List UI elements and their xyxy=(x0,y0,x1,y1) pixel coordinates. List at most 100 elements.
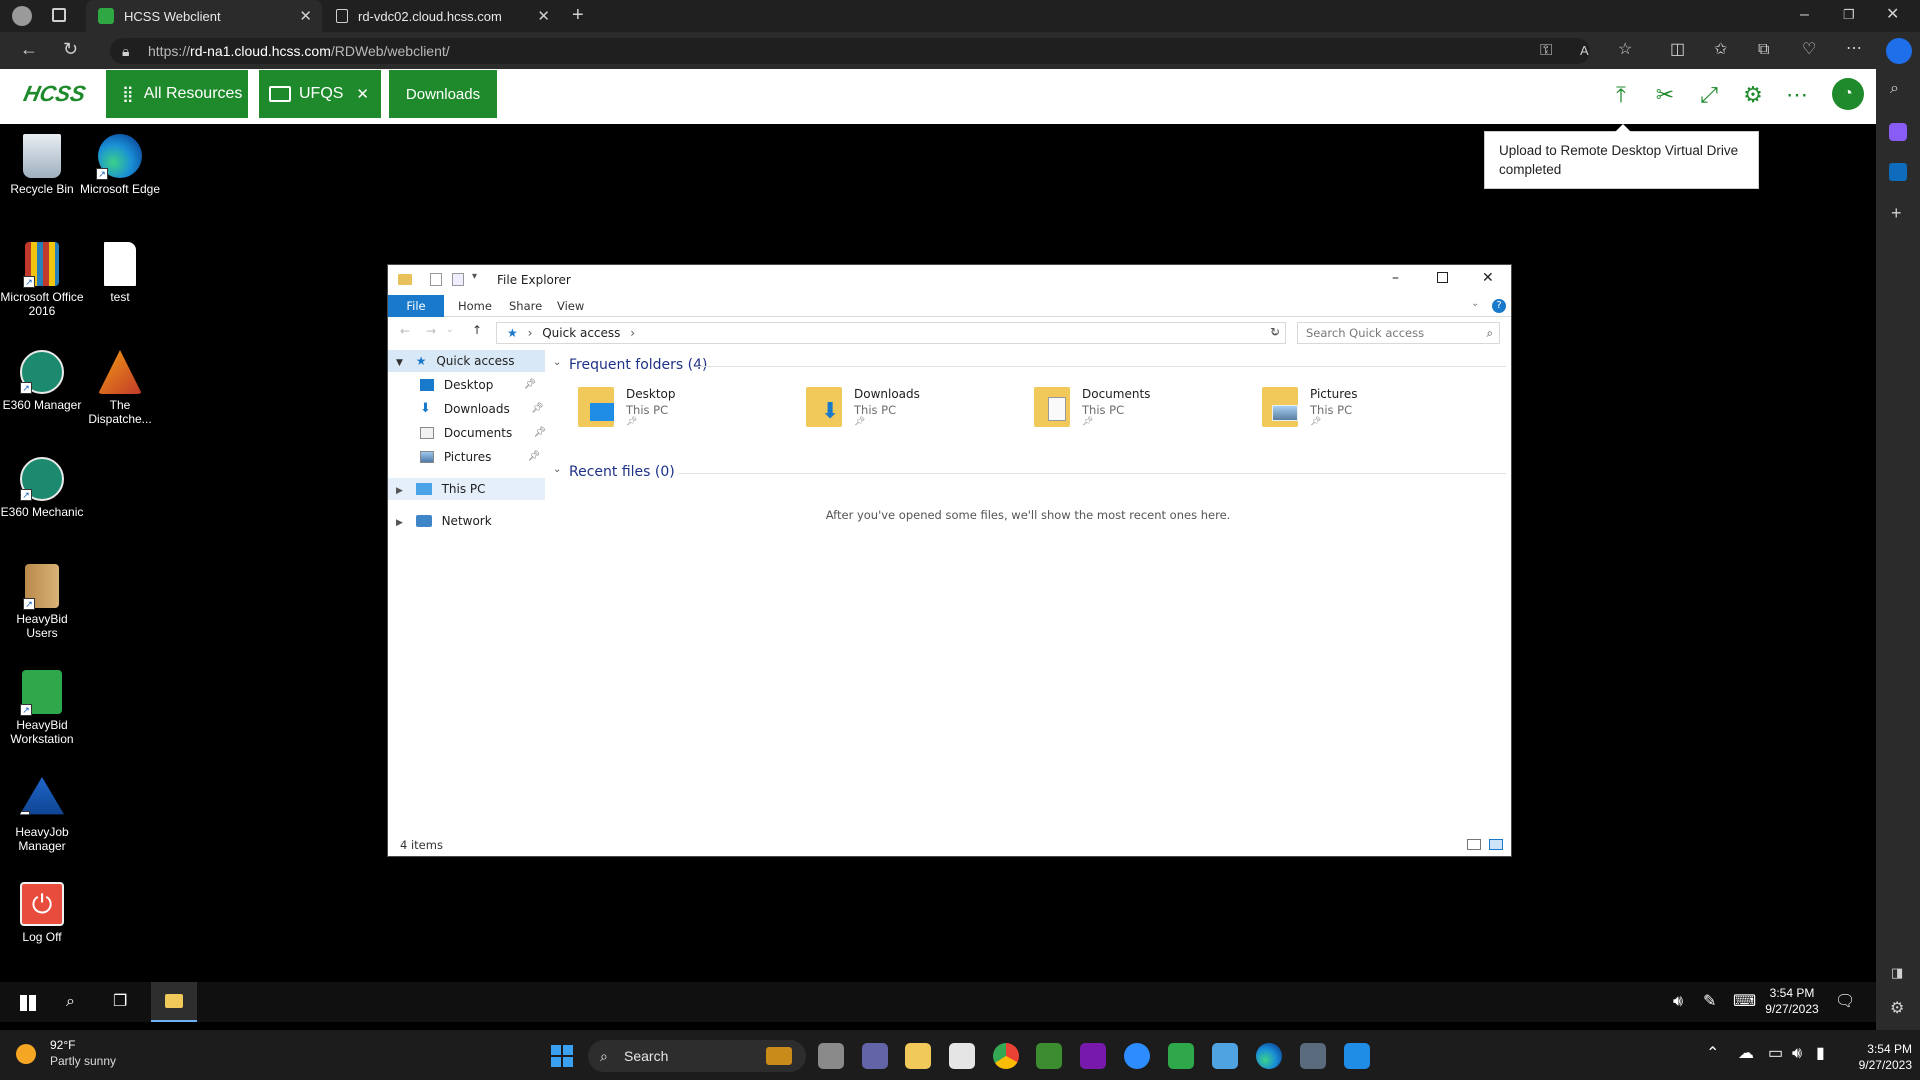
tree-item-documents[interactable]: Documents 📌︎ xyxy=(420,422,546,444)
microsoft-store-icon[interactable] xyxy=(949,1043,975,1069)
sidebar-add-icon[interactable]: + xyxy=(1891,204,1902,222)
explorer-search-input[interactable]: Search Quick access ⌕ xyxy=(1297,322,1500,344)
tab-hcss-webclient[interactable]: HCSS Webclient ✕ xyxy=(86,0,322,32)
explorer-close-icon[interactable]: ✕ xyxy=(1482,270,1494,286)
upload-icon[interactable]: ⤒ xyxy=(1606,80,1636,110)
more-options-icon[interactable]: ⋯ xyxy=(1846,41,1862,57)
task-view-icon[interactable]: ❐ xyxy=(113,994,127,1010)
sidebar-settings-icon[interactable]: ⚙ xyxy=(1890,1001,1904,1017)
settings-gear-icon[interactable]: ⚙ xyxy=(1738,80,1768,110)
show-hidden-icons-icon[interactable]: ⌃ xyxy=(1706,1046,1719,1062)
ribbon-tab-view[interactable]: View xyxy=(543,295,598,317)
desktop-icon-heavybid-users[interactable]: ↗ HeavyBid Users xyxy=(0,564,84,640)
local-clock[interactable]: 3:54 PM 9/27/2023 xyxy=(1840,1041,1912,1073)
url-field[interactable]: 🔒︎ https://rd-na1.cloud.hcss.com/RDWeb/w… xyxy=(110,38,1590,64)
pin-icon[interactable]: 📌︎ xyxy=(528,446,541,468)
tree-expand-icon[interactable]: ▶ xyxy=(396,518,403,528)
read-aloud-icon[interactable]: A xyxy=(1580,43,1589,59)
breadcrumb-quick-access[interactable]: Quick access xyxy=(542,326,620,340)
close-window-icon[interactable]: ✕ xyxy=(1886,7,1899,23)
desktop-icon-e360-mechanic[interactable]: ↗ E360 Mechanic xyxy=(0,457,84,519)
sidebar-hide-icon[interactable]: ◨ xyxy=(1891,965,1903,981)
desktop-icon-recycle-bin[interactable]: Recycle Bin xyxy=(0,134,84,196)
desktop-icon-heavybid-workstation[interactable]: ↗ HeavyBid Workstation xyxy=(0,670,84,746)
qat-dropdown-icon[interactable]: ▾ xyxy=(472,271,477,282)
tree-item-this-pc[interactable]: ▶ This PC xyxy=(388,478,545,500)
desktop-icon-office-2016[interactable]: ↗ Microsoft Office 2016 xyxy=(0,242,84,318)
windows-start-icon[interactable] xyxy=(551,1045,573,1067)
sidebar-outlook-icon[interactable] xyxy=(1889,163,1907,181)
battery-tray-icon[interactable]: ▮ xyxy=(1816,1046,1825,1062)
frequent-folder-documents[interactable]: Documents This PC 📌︎ xyxy=(1034,387,1234,433)
recent-files-header[interactable]: Recent files (0) xyxy=(569,464,675,480)
explorer-minimize-icon[interactable]: – xyxy=(1392,270,1399,286)
fullscreen-icon[interactable]: ⤢ xyxy=(1694,80,1724,110)
desktop-icon-heavyjob-manager[interactable]: ↗ HeavyJob Manager xyxy=(0,777,84,853)
ribbon-expand-icon[interactable]: ⌄ xyxy=(1471,298,1479,309)
frequent-folders-header[interactable]: Frequent folders (4) xyxy=(569,357,708,373)
collections-icon[interactable]: ⧉ xyxy=(1758,42,1769,58)
explorer-address-field[interactable]: ★ › Quick access › ⌄ xyxy=(496,322,1286,344)
zoom-icon[interactable] xyxy=(1124,1043,1150,1069)
large-icons-view-icon[interactable] xyxy=(1489,839,1503,850)
pin-icon[interactable]: 📌︎ xyxy=(531,398,544,420)
calculator-icon[interactable] xyxy=(1300,1043,1326,1069)
tree-item-quick-access[interactable]: ▼ ★ Quick access xyxy=(388,350,545,372)
favorite-star-icon[interactable]: ☆ xyxy=(1618,42,1632,58)
sidebar-search-icon[interactable]: ⌕ xyxy=(1890,81,1899,97)
task-view-local-icon[interactable] xyxy=(818,1043,844,1069)
tree-item-pictures[interactable]: Pictures 📌︎ xyxy=(420,446,540,468)
chrome-icon[interactable] xyxy=(993,1043,1019,1069)
new-tab-icon[interactable]: + xyxy=(572,5,584,25)
remote-notifications-icon[interactable]: 🗨︎ xyxy=(1835,994,1855,1010)
frequent-collapse-icon[interactable]: ⌄ xyxy=(553,357,561,368)
breadcrumb-chevron-icon[interactable]: › xyxy=(630,326,635,340)
explorer-title-bar[interactable]: ▾ File Explorer – ✕ xyxy=(388,265,1511,295)
qat-newfolder-icon[interactable] xyxy=(452,273,464,286)
notepad-icon[interactable] xyxy=(1212,1043,1238,1069)
remote-clock[interactable]: 3:54 PM 9/27/2023 xyxy=(1760,985,1824,1017)
browser-health-icon[interactable]: ♡ xyxy=(1802,42,1816,58)
remote-desktop-icon[interactable] xyxy=(1344,1043,1370,1069)
desktop-icon-e360-manager[interactable]: ↗ E360 Manager xyxy=(0,350,84,412)
remote-keyboard-icon[interactable]: ⌨ xyxy=(1733,994,1756,1010)
desktop-icon-test[interactable]: test xyxy=(78,242,162,304)
tree-item-desktop[interactable]: Desktop 📌︎ xyxy=(420,374,536,396)
address-refresh-icon[interactable]: ↻ xyxy=(1270,325,1280,339)
close-tab-icon[interactable]: ✕ xyxy=(537,7,550,25)
taskbar-search-box[interactable]: ⌕ Search xyxy=(588,1040,806,1072)
profile-avatar[interactable] xyxy=(12,6,32,26)
desktop-icon-microsoft-edge[interactable]: ↗ Microsoft Edge xyxy=(78,134,162,196)
tree-item-network[interactable]: ▶ Network xyxy=(388,510,492,532)
more-icon[interactable]: ⋯ xyxy=(1782,80,1812,110)
onenote-icon[interactable] xyxy=(1080,1043,1106,1069)
key-icon[interactable]: ⚿ xyxy=(1540,43,1552,59)
remote-file-explorer-task[interactable] xyxy=(151,982,197,1022)
tree-expand-icon[interactable]: ▶ xyxy=(396,486,403,496)
weather-widget[interactable]: 92°F Partly sunny xyxy=(16,1038,136,1072)
favorites-icon[interactable]: ✩ xyxy=(1714,42,1727,58)
onedrive-icon[interactable]: ☁ xyxy=(1738,1046,1754,1062)
pin-icon[interactable]: 📌︎ xyxy=(524,374,537,396)
close-session-icon[interactable]: ✕ xyxy=(356,85,369,103)
tab-rd-vdc02[interactable]: rd-vdc02.cloud.hcss.com ✕ xyxy=(324,0,560,32)
back-icon[interactable]: ← xyxy=(20,40,38,58)
refresh-icon[interactable]: ↻ xyxy=(63,40,78,58)
pin-off-icon[interactable]: ✂ xyxy=(1650,80,1680,110)
frequent-folder-pictures[interactable]: Pictures This PC 📌︎ xyxy=(1262,387,1462,433)
nav-recent-icon[interactable]: ⌄ xyxy=(446,325,454,335)
desktop-icon-dispatcher[interactable]: The Dispatche... xyxy=(78,350,162,426)
ribbon-tab-file[interactable]: File xyxy=(388,295,444,317)
tab-actions-icon[interactable] xyxy=(52,8,66,22)
desktop-icon-log-off[interactable]: ⏻ Log Off xyxy=(0,882,84,944)
tree-expand-icon[interactable]: ▼ xyxy=(396,358,403,368)
recent-collapse-icon[interactable]: ⌄ xyxy=(553,464,561,475)
downloads-button[interactable]: Downloads xyxy=(389,70,497,118)
ufqs-session-tab[interactable]: UFQS ✕ xyxy=(259,70,381,118)
details-view-icon[interactable] xyxy=(1467,839,1481,850)
network-tray-icon[interactable]: ▭ xyxy=(1768,1046,1783,1062)
minimize-window-icon[interactable]: – xyxy=(1800,7,1809,23)
sidebar-copilot-icon[interactable] xyxy=(1889,123,1907,141)
close-tab-icon[interactable]: ✕ xyxy=(299,7,312,25)
volume-tray-icon[interactable]: 🔊︎ xyxy=(1792,1046,1802,1062)
